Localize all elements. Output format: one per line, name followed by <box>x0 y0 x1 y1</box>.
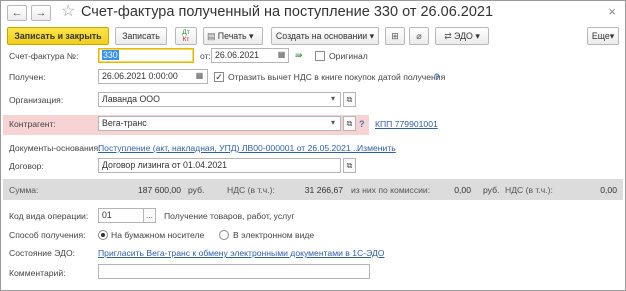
open-icon: ⧉ <box>346 119 353 128</box>
commission-value: 0,00 <box>454 185 471 195</box>
save-and-close-button[interactable]: Записать и закрыть <box>7 27 109 45</box>
counterparty-label: Контрагент: <box>9 119 56 129</box>
received-label: Получен: <box>9 72 46 82</box>
contract-field[interactable]: Договор лизинга от 01.04.2021 <box>98 158 341 173</box>
commission-vat-value: 0,00 <box>600 185 617 195</box>
print-button[interactable]: ▤ Печать ▾ <box>203 27 263 45</box>
kpp-link[interactable]: КПП 779901001 <box>375 117 438 131</box>
open-contract-button[interactable]: ⧉ <box>343 158 356 173</box>
sum-currency: руб. <box>188 185 205 195</box>
vat-deduction-checkbox[interactable]: ✓ <box>214 72 224 82</box>
counterparty-field[interactable]: Вега-транс <box>98 116 341 131</box>
favorite-star-icon[interactable]: ☆ <box>61 2 75 22</box>
arrow-left-icon: ← <box>11 7 23 19</box>
calendar-icon[interactable]: ▦ <box>275 48 288 63</box>
base-documents-link[interactable]: Поступление (акт, накладная, УПД) ЛВ00-0… <box>98 141 360 155</box>
help-icon[interactable]: ? <box>434 70 440 84</box>
vat-value: 31 266,67 <box>304 185 343 195</box>
receipt-method-electronic-radio[interactable] <box>219 230 229 240</box>
commission-currency: руб. <box>483 185 500 195</box>
chevron-down-icon[interactable]: ▾ <box>327 116 339 131</box>
organization-field[interactable]: Лаванда ООО <box>98 92 341 107</box>
more-actions-button[interactable]: Еще▾ <box>587 27 619 45</box>
attach-file-button[interactable]: ⌀ <box>409 27 429 45</box>
operation-code-field[interactable]: 01 <box>98 208 144 223</box>
open-organization-button[interactable]: ⧉ <box>343 92 356 107</box>
base-documents-label: Документы-основания: <box>9 143 101 153</box>
comment-label: Комментарий: <box>9 268 66 278</box>
open-counterparty-button[interactable]: ⧉ <box>343 116 356 131</box>
received-datetime-field[interactable]: 26.06.2021 0:00:00 <box>98 69 208 84</box>
back-button[interactable]: ← <box>7 5 27 21</box>
dt-kt-postings-button[interactable]: Дт Кт <box>175 27 197 45</box>
dt-kt-icon: Дт Кт <box>182 29 190 43</box>
comment-field[interactable] <box>98 264 370 279</box>
date-picker-icon[interactable]: ⇛ <box>295 50 303 61</box>
chevron-down-icon[interactable]: ▾ <box>327 92 339 107</box>
close-icon[interactable]: × <box>608 4 616 19</box>
receipt-method-paper-label: На бумажном носителе <box>111 230 205 240</box>
sum-label: Сумма: <box>9 185 39 195</box>
vat-deduction-label: Отразить вычет НДС в книге покупок датой… <box>228 72 446 82</box>
operation-code-label: Код вида операции: <box>9 211 89 221</box>
original-checkbox[interactable] <box>315 51 325 61</box>
chevron-down-icon: ▾ <box>369 31 375 41</box>
edo-state-label: Состояние ЭДО: <box>9 248 76 258</box>
document-window: ← → ☆ Счет-фактура полученный на поступл… <box>0 0 626 291</box>
receipt-method-paper-radio[interactable] <box>98 230 108 240</box>
ellipsis-icon: ... <box>146 211 153 220</box>
edo-button[interactable]: ⇄ ЭДО ▾ <box>435 27 489 45</box>
receipt-method-electronic-label: В электронном виде <box>233 230 315 240</box>
window-title: Счет-фактура полученный на поступление 3… <box>81 4 494 20</box>
paperclip-icon: ⌀ <box>416 31 422 41</box>
original-label: Оригинал <box>329 51 368 61</box>
create-based-on-button[interactable]: Создать на основании ▾ <box>271 27 379 45</box>
open-icon: ⧉ <box>346 161 353 170</box>
sum-value: 187 600,00 <box>137 185 181 195</box>
forward-button[interactable]: → <box>31 5 51 21</box>
calendar-icon[interactable]: ▦ <box>193 69 206 84</box>
operation-code-select-button[interactable]: ... <box>143 208 156 223</box>
organization-label: Организация: <box>9 95 64 105</box>
save-button[interactable]: Записать <box>115 27 167 45</box>
change-base-documents-link[interactable]: Изменить <box>357 141 396 155</box>
edo-invite-link[interactable]: Пригласить Вега-транс к обмену электронн… <box>98 246 385 260</box>
checkmark-icon: ✓ <box>215 72 223 82</box>
chevron-down-icon: ▾ <box>249 31 254 41</box>
invoice-number-field[interactable]: 330 <box>98 48 194 63</box>
help-icon[interactable]: ? <box>359 117 365 131</box>
invoice-date-label: от: <box>200 51 211 61</box>
operation-code-description: Получение товаров, работ, услуг <box>164 211 295 221</box>
printer-icon: ▤ <box>207 31 216 41</box>
structure-button[interactable]: ⊞ <box>385 27 405 45</box>
chevron-down-icon: ▾ <box>475 31 480 41</box>
hierarchy-icon: ⊞ <box>391 31 399 41</box>
edo-icon: ⇄ <box>444 31 452 41</box>
commission-vat-label: НДС (в т.ч.): <box>505 185 553 195</box>
contract-label: Договор: <box>9 161 44 171</box>
open-icon: ⧉ <box>346 95 353 104</box>
receipt-method-label: Способ получения: <box>9 230 86 240</box>
commission-label: из них по комиссии: <box>351 185 431 195</box>
arrow-right-icon: → <box>35 7 47 19</box>
chevron-down-icon: ▾ <box>609 31 615 41</box>
invoice-number-label: Счет-фактура №: <box>9 51 79 61</box>
vat-label: НДС (в т.ч.): <box>227 185 275 195</box>
